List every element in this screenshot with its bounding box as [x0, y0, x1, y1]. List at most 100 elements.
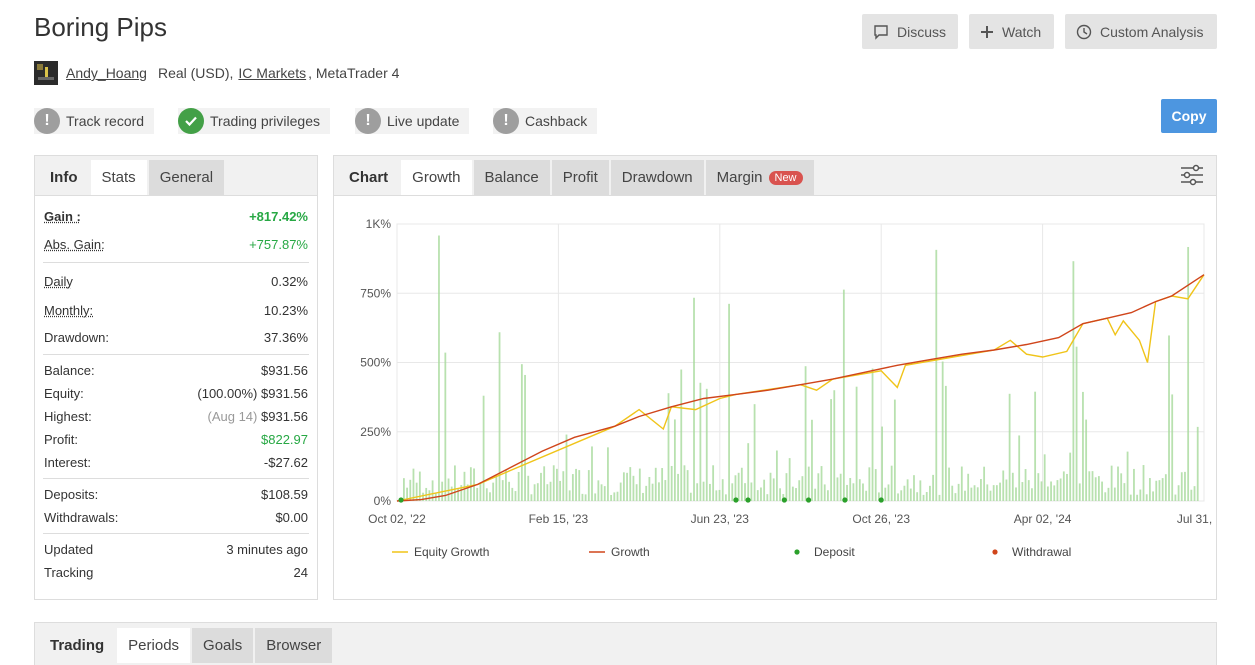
margin-label: Margin — [717, 169, 763, 186]
abs-gain-label[interactable]: Abs. Gain: — [44, 237, 105, 252]
activity-bar — [505, 470, 507, 501]
copy-button[interactable]: Copy — [1161, 99, 1217, 133]
tab-chart[interactable]: Chart — [338, 160, 399, 195]
drawdown-label: Drawdown: — [44, 330, 109, 345]
avatar[interactable] — [34, 61, 58, 85]
activity-bar — [518, 472, 520, 501]
tab-general[interactable]: General — [149, 160, 224, 195]
activity-bar — [620, 483, 622, 501]
x-tick-label: Oct 02, '22 — [368, 512, 426, 526]
cashback-badge[interactable]: ! Cashback — [493, 108, 597, 134]
activity-bar — [633, 476, 635, 501]
activity-bar — [591, 446, 593, 501]
trading-privileges-badge[interactable]: Trading privileges — [178, 108, 330, 134]
bottom-tabs: Trading Periods Goals Browser — [35, 623, 1216, 663]
activity-bar — [588, 470, 590, 501]
activity-bar — [843, 290, 845, 501]
activity-bar — [709, 484, 711, 501]
activity-bar — [884, 488, 886, 501]
highest-date: (Aug 14) — [208, 409, 258, 424]
monthly-label[interactable]: Monthly: — [44, 303, 93, 318]
stat-gain: Gain : +817.42% — [35, 202, 317, 230]
gain-value: +817.42% — [249, 209, 308, 224]
exclamation-icon: ! — [355, 108, 381, 134]
balance-value: $931.56 — [261, 363, 308, 378]
filter-settings-icon[interactable] — [1180, 164, 1204, 189]
activity-bar — [1104, 492, 1106, 501]
custom-analysis-button[interactable]: Custom Analysis — [1065, 14, 1217, 49]
activity-bar — [974, 485, 976, 501]
legend-withdrawal-swatch — [992, 549, 997, 554]
track-record-label: Track record — [66, 113, 144, 129]
activity-bar — [1082, 392, 1084, 501]
deposit-marker — [782, 497, 787, 502]
activity-bar — [693, 298, 695, 501]
activity-bar — [853, 483, 855, 501]
track-record-badge[interactable]: ! Track record — [34, 108, 154, 134]
activity-bar — [935, 250, 937, 501]
activity-bar — [470, 467, 472, 501]
tab-growth[interactable]: Growth — [401, 160, 471, 195]
activity-bar — [652, 484, 654, 501]
gain-label[interactable]: Gain : — [44, 209, 81, 224]
activity-bar — [537, 483, 539, 501]
activity-bar — [722, 479, 724, 501]
activity-bar — [1037, 473, 1039, 501]
activity-bar — [1197, 427, 1199, 501]
daily-label[interactable]: Daily — [44, 274, 73, 289]
tab-margin[interactable]: Margin New — [706, 160, 814, 195]
activity-bar — [1044, 454, 1046, 501]
exclamation-icon: ! — [34, 108, 60, 134]
divider — [43, 262, 309, 263]
activity-bar — [476, 488, 478, 501]
deposits-value: $108.59 — [261, 487, 308, 502]
activity-bar — [492, 483, 494, 501]
growth-chart: 0%250%500%750%1K%Oct 02, '22 Feb 15, '23 J… — [334, 196, 1216, 599]
activity-bar — [1041, 481, 1043, 501]
activity-bar — [690, 493, 692, 501]
activity-bar — [1194, 486, 1196, 501]
activity-bar — [862, 483, 864, 501]
activity-bar — [817, 473, 819, 501]
activity-bar — [655, 468, 657, 501]
activity-bar — [1168, 335, 1170, 501]
activity-bar — [1181, 472, 1183, 501]
tab-goals[interactable]: Goals — [192, 628, 253, 663]
activity-bar — [1178, 485, 1180, 501]
activity-bar — [798, 480, 800, 501]
tab-drawdown[interactable]: Drawdown — [611, 160, 704, 195]
activity-bar — [786, 473, 788, 501]
watch-button[interactable]: Watch — [969, 14, 1054, 49]
activity-bar — [1108, 488, 1110, 501]
activity-bar — [1018, 435, 1020, 501]
withdrawals-label: Withdrawals: — [44, 510, 118, 525]
tab-stats[interactable]: Stats — [91, 160, 147, 195]
activity-bar — [648, 477, 650, 501]
activity-bar — [572, 474, 574, 501]
activity-bar — [642, 493, 644, 501]
tab-balance[interactable]: Balance — [474, 160, 550, 195]
cashback-label: Cashback — [525, 113, 587, 129]
activity-bar — [1015, 487, 1017, 501]
activity-bar — [888, 484, 890, 501]
divider — [43, 533, 309, 534]
equity-value: $931.56 — [261, 386, 308, 401]
activity-bar — [495, 476, 497, 501]
live-update-badge[interactable]: ! Live update — [355, 108, 469, 134]
discuss-button[interactable]: Discuss — [862, 14, 958, 49]
activity-bar — [1006, 480, 1008, 501]
activity-bar — [977, 487, 979, 501]
tab-info[interactable]: Info — [39, 160, 89, 195]
activity-bar — [750, 482, 752, 501]
user-link[interactable]: Andy_Hoang — [66, 65, 147, 81]
tab-trading[interactable]: Trading — [39, 628, 115, 663]
tab-profit[interactable]: Profit — [552, 160, 609, 195]
tab-browser[interactable]: Browser — [255, 628, 332, 663]
stat-withdrawals: Withdrawals: $0.00 — [35, 506, 317, 529]
activity-bar — [575, 469, 577, 501]
activity-bar — [1149, 478, 1151, 501]
tab-periods[interactable]: Periods — [117, 628, 190, 663]
activity-bar — [699, 383, 701, 501]
activity-bar — [856, 387, 858, 501]
broker-link[interactable]: IC Markets — [238, 65, 306, 81]
